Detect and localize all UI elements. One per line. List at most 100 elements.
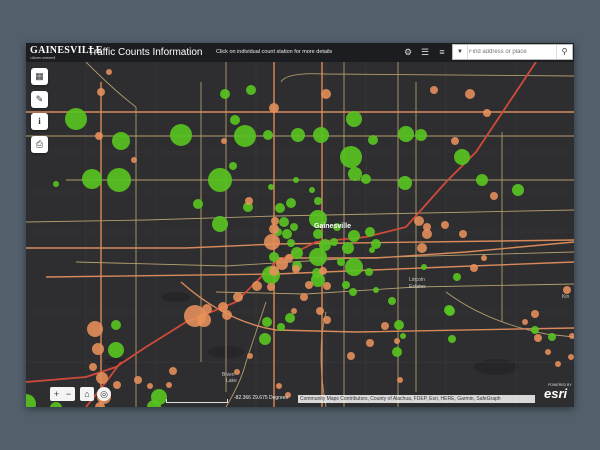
- count-station-marker[interactable]: [277, 323, 285, 331]
- count-station-marker[interactable]: [262, 317, 272, 327]
- count-station-marker[interactable]: [246, 85, 256, 95]
- count-station-marker[interactable]: [285, 313, 295, 323]
- count-station-marker[interactable]: [234, 125, 256, 147]
- count-station-marker[interactable]: [275, 203, 285, 213]
- count-station-marker[interactable]: [470, 264, 478, 272]
- minus-icon[interactable]: −: [63, 387, 75, 401]
- print-button[interactable]: ⎙: [31, 136, 48, 153]
- count-station-marker[interactable]: [169, 367, 177, 375]
- count-station-marker[interactable]: [417, 243, 427, 253]
- count-station-marker[interactable]: [279, 217, 289, 227]
- count-station-marker[interactable]: [522, 319, 528, 325]
- count-station-marker[interactable]: [113, 381, 121, 389]
- count-station-marker[interactable]: [245, 197, 253, 205]
- count-station-marker[interactable]: [53, 181, 59, 187]
- count-station-marker[interactable]: [368, 135, 378, 145]
- home-button[interactable]: ⌂: [80, 387, 94, 401]
- count-station-marker[interactable]: [342, 242, 354, 254]
- count-station-marker[interactable]: [398, 126, 414, 142]
- count-station-marker[interactable]: [271, 217, 279, 225]
- count-station-marker[interactable]: [292, 265, 300, 273]
- count-station-marker[interactable]: [89, 363, 97, 371]
- layers-icon[interactable]: ☰: [419, 46, 431, 58]
- count-station-marker[interactable]: [82, 169, 102, 189]
- count-station-marker[interactable]: [290, 223, 298, 231]
- count-station-marker[interactable]: [348, 167, 362, 181]
- count-station-marker[interactable]: [170, 124, 192, 146]
- count-station-marker[interactable]: [229, 162, 237, 170]
- count-station-marker[interactable]: [166, 382, 172, 388]
- count-station-marker[interactable]: [197, 313, 211, 327]
- plus-icon[interactable]: +: [51, 387, 63, 401]
- count-station-marker[interactable]: [147, 383, 153, 389]
- draw-button[interactable]: ✎: [31, 91, 48, 108]
- count-station-marker[interactable]: [365, 227, 375, 237]
- count-station-marker[interactable]: [453, 273, 461, 281]
- count-station-marker[interactable]: [311, 273, 325, 287]
- count-station-marker[interactable]: [300, 293, 308, 301]
- count-station-marker[interactable]: [97, 88, 105, 96]
- count-station-marker[interactable]: [548, 333, 556, 341]
- count-station-marker[interactable]: [87, 321, 103, 337]
- count-station-marker[interactable]: [483, 109, 491, 117]
- count-station-marker[interactable]: [490, 192, 498, 200]
- count-station-marker[interactable]: [366, 339, 374, 347]
- about-button[interactable]: i: [31, 113, 48, 130]
- count-station-marker[interactable]: [222, 310, 232, 320]
- count-station-marker[interactable]: [421, 264, 427, 270]
- count-station-marker[interactable]: [221, 138, 227, 144]
- count-station-marker[interactable]: [454, 149, 470, 165]
- count-station-marker[interactable]: [448, 335, 456, 343]
- count-station-marker[interactable]: [349, 288, 357, 296]
- count-station-marker[interactable]: [394, 338, 400, 344]
- locate-button[interactable]: ◎: [97, 387, 111, 401]
- count-station-marker[interactable]: [112, 132, 130, 150]
- count-station-marker[interactable]: [555, 361, 561, 367]
- count-station-marker[interactable]: [269, 103, 279, 113]
- count-station-marker[interactable]: [313, 229, 323, 239]
- count-station-marker[interactable]: [108, 342, 124, 358]
- count-station-marker[interactable]: [568, 354, 574, 360]
- count-station-marker[interactable]: [323, 316, 331, 324]
- count-station-marker[interactable]: [252, 281, 262, 291]
- count-station-marker[interactable]: [476, 174, 488, 186]
- count-station-marker[interactable]: [465, 89, 475, 99]
- search-button[interactable]: ⚲: [556, 45, 572, 59]
- map-canvas[interactable]: Gainesville Lincoln Estates Kin Biven La…: [26, 62, 574, 407]
- count-station-marker[interactable]: [422, 229, 432, 239]
- count-station-marker[interactable]: [293, 177, 299, 183]
- legend-icon[interactable]: ≡: [436, 46, 448, 58]
- count-station-marker[interactable]: [400, 333, 406, 339]
- count-station-marker[interactable]: [131, 157, 137, 163]
- count-station-marker[interactable]: [415, 129, 427, 141]
- count-station-marker[interactable]: [345, 258, 363, 276]
- count-station-marker[interactable]: [269, 224, 279, 234]
- count-station-marker[interactable]: [337, 258, 345, 266]
- count-station-marker[interactable]: [451, 137, 459, 145]
- count-station-marker[interactable]: [347, 352, 355, 360]
- count-station-marker[interactable]: [314, 197, 322, 205]
- count-station-marker[interactable]: [342, 281, 350, 289]
- count-station-marker[interactable]: [276, 383, 282, 389]
- share-icon[interactable]: ⚙: [402, 46, 414, 58]
- count-station-marker[interactable]: [414, 216, 424, 226]
- count-station-marker[interactable]: [430, 86, 438, 94]
- count-station-marker[interactable]: [92, 343, 104, 355]
- count-station-marker[interactable]: [319, 267, 327, 275]
- count-station-marker[interactable]: [291, 128, 305, 142]
- count-station-marker[interactable]: [441, 221, 449, 229]
- count-station-marker[interactable]: [96, 372, 108, 384]
- count-station-marker[interactable]: [340, 146, 362, 168]
- count-station-marker[interactable]: [369, 247, 375, 253]
- count-station-marker[interactable]: [321, 89, 331, 99]
- count-station-marker[interactable]: [361, 174, 371, 184]
- count-station-marker[interactable]: [268, 184, 274, 190]
- count-station-marker[interactable]: [247, 353, 253, 359]
- count-station-marker[interactable]: [531, 310, 539, 318]
- basemap-gallery-button[interactable]: ▦: [31, 68, 48, 85]
- count-station-marker[interactable]: [365, 268, 373, 276]
- count-station-marker[interactable]: [263, 130, 273, 140]
- count-station-marker[interactable]: [392, 347, 402, 357]
- count-station-marker[interactable]: [212, 216, 228, 232]
- count-station-marker[interactable]: [230, 115, 240, 125]
